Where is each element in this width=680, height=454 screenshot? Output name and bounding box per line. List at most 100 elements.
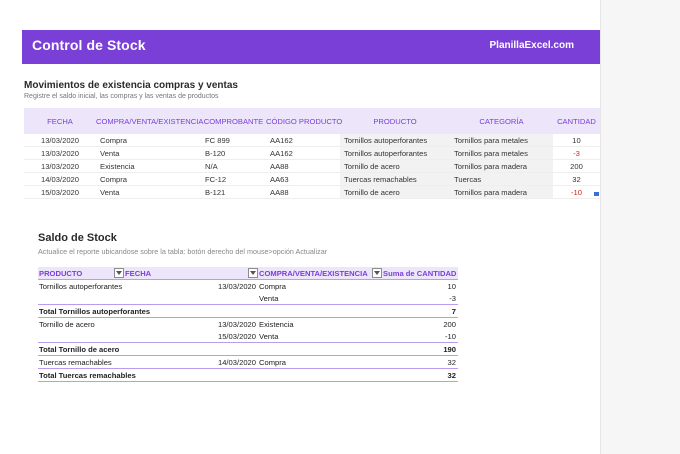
pivot-cell-producto[interactable]: Total Tornillos autoperforantes [38,304,150,318]
filter-dropdown-icon[interactable] [248,268,258,278]
cell-fecha[interactable]: 15/03/2020 [24,185,96,199]
filter-dropdown-icon[interactable] [114,268,124,278]
cell-categoria[interactable]: Tornillos para metales [450,146,553,160]
table-row: 15/03/2020 Venta B-121 AA88 Tornillo de acer… [24,185,600,199]
col-header-producto[interactable]: PRODUCTO [340,108,450,134]
pivot-cell-tipo[interactable]: Venta [258,292,382,305]
pivot-cell-suma[interactable]: 190 [382,342,458,356]
cell-producto[interactable]: Tornillo de acero [340,185,450,199]
movements-title: Movimientos de existencia compras y vent… [24,80,238,91]
cell-tipo[interactable]: Venta [96,185,201,199]
pivot-cell-fecha[interactable] [124,292,258,305]
table-resize-handle[interactable] [594,192,599,196]
cell-tipo[interactable]: Venta [96,146,201,160]
pivot-cell-tipo[interactable] [258,368,382,382]
cell-codigo[interactable]: AA88 [266,185,340,199]
pivot-header-fecha-label: FECHA [125,268,152,278]
movements-subtitle: Registre el saldo inicial, las compras y… [24,93,219,100]
movements-header-row: FECHA COMPRA/VENTA/EXISTENCIA COMPROBANT… [24,108,600,134]
col-header-tipo[interactable]: COMPRA/VENTA/EXISTENCIA [96,108,203,134]
table-row: 13/03/2020 Venta B-120 AA162 Tornillos autop… [24,146,600,160]
pivot-cell-suma[interactable]: 32 [382,368,458,382]
col-header-fecha[interactable]: FECHA [24,108,96,134]
col-header-comprobante[interactable]: COMPROBANTE [201,108,266,134]
pivot-cell-tipo[interactable] [258,304,382,318]
pivot-header-producto[interactable]: PRODUCTO [38,267,124,280]
pivot-cell-producto[interactable] [38,330,124,343]
cell-fecha[interactable]: 13/03/2020 [24,146,96,160]
pivot-cell-suma[interactable]: 10 [382,280,458,293]
cell-categoria[interactable]: Tuercas [450,172,553,186]
pivot-cell-producto[interactable] [38,292,124,305]
cell-cantidad[interactable]: 32 [553,172,600,186]
cell-tipo[interactable]: Compra [96,172,201,186]
cell-tipo[interactable]: Existencia [96,159,201,173]
cell-cantidad[interactable]: -10 [553,185,600,199]
pivot-cell-tipo[interactable]: Compra [258,280,382,293]
cell-producto[interactable]: Tornillo de acero [340,159,450,173]
pivot-row: 15/03/2020 Venta -10 [38,330,458,343]
pivot-cell-tipo[interactable]: Compra [258,356,382,369]
cell-producto[interactable]: Tornillos autoperforantes [340,134,450,147]
cell-codigo[interactable]: AA162 [266,146,340,160]
pivot-row: Tornillo de acero 13/03/2020 Existencia 200 [38,318,458,331]
cell-fecha[interactable]: 13/03/2020 [24,159,96,173]
cell-comprobante[interactable]: FC 899 [201,134,266,147]
cell-fecha[interactable]: 13/03/2020 [24,134,96,147]
cell-producto[interactable]: Tuercas remachables [340,172,450,186]
pivot-cell-fecha[interactable]: 14/03/2020 [124,356,258,369]
pivot-cell-tipo[interactable] [258,342,382,356]
pivot-cell-suma[interactable]: 200 [382,318,458,331]
cell-producto[interactable]: Tornillos autoperforantes [340,146,450,160]
pivot-total-row: Total Tornillo de acero 190 [38,342,458,356]
col-header-cantidad[interactable]: CANTIDAD [553,108,600,134]
pivot-cell-fecha[interactable] [124,342,258,356]
pivot-cell-suma[interactable]: -3 [382,292,458,305]
pivot-header-fecha[interactable]: FECHA [124,267,258,280]
cell-comprobante[interactable]: B-121 [201,185,266,199]
pivot-cell-suma[interactable]: 7 [382,304,458,318]
brand-link[interactable]: PlanillaExcel.com [490,40,575,51]
cell-fecha[interactable]: 14/03/2020 [24,172,96,186]
filter-dropdown-icon[interactable] [372,268,382,278]
col-header-categoria[interactable]: CATEGORÍA [450,108,553,134]
pivot-cell-tipo[interactable]: Venta [258,330,382,343]
cell-categoria[interactable]: Tornillos para metales [450,134,553,147]
cell-comprobante[interactable]: B-120 [201,146,266,160]
pivot-row: Venta -3 [38,292,458,305]
pivot-cell-producto[interactable]: Total Tornillo de acero [38,342,124,356]
cell-tipo[interactable]: Compra [96,134,201,147]
pivot-cell-fecha[interactable] [124,368,258,382]
header-banner: Control de Stock PlanillaExcel.com [22,30,600,64]
col-header-codigo[interactable]: CÓDIGO PRODUCTO [266,108,342,134]
cell-codigo[interactable]: AA88 [266,159,340,173]
cell-comprobante[interactable]: FC-12 [201,172,266,186]
pivot-cell-fecha[interactable]: 13/03/2020 [124,318,258,331]
pivot-total-row: Total Tornillos autoperforantes 7 [38,304,458,318]
cell-cantidad[interactable]: 200 [553,159,600,173]
pivot-cell-tipo[interactable]: Existencia [258,318,382,331]
cell-comprobante[interactable]: N/A [201,159,266,173]
spreadsheet-sheet: Control de Stock PlanillaExcel.com Movim… [0,0,600,454]
pivot-cell-fecha[interactable]: 13/03/2020 [124,280,258,293]
pivot-cell-fecha[interactable]: 15/03/2020 [124,330,258,343]
pivot-cell-producto[interactable]: Tuercas remachables [38,356,124,369]
cell-categoria[interactable]: Tornillos para madera [450,159,553,173]
cell-cantidad[interactable]: 10 [553,134,600,147]
movements-table: FECHA COMPRA/VENTA/EXISTENCIA COMPROBANT… [24,108,600,199]
cell-categoria[interactable]: Tornillos para madera [450,185,553,199]
pivot-cell-suma[interactable]: -10 [382,330,458,343]
pivot-cell-producto[interactable]: Total Tuercas remachables [38,368,136,382]
cell-codigo[interactable]: AA63 [266,172,340,186]
cell-codigo[interactable]: AA162 [266,134,340,147]
pivot-cell-suma[interactable]: 32 [382,356,458,369]
table-row: 14/03/2020 Compra FC-12 AA63 Tuercas remacha… [24,172,600,186]
table-row: 13/03/2020 Compra FC 899 AA162 Tornillos aut… [24,134,600,147]
cell-cantidad[interactable]: -3 [553,146,600,160]
pivot-header-tipo[interactable]: COMPRA/VENTA/EXISTENCIA [258,267,382,280]
pivot-cell-producto[interactable]: Tornillos autoperforantes [38,280,124,293]
pivot-header-suma[interactable]: Suma de CANTIDAD [382,267,458,280]
pivot-cell-producto[interactable]: Tornillo de acero [38,318,124,331]
pivot-table: PRODUCTO FECHA COMPRA/VENTA/EXISTENCIA S… [38,267,458,382]
pivot-header-tipo-label: COMPRA/VENTA/EXISTENCIA [259,268,368,278]
